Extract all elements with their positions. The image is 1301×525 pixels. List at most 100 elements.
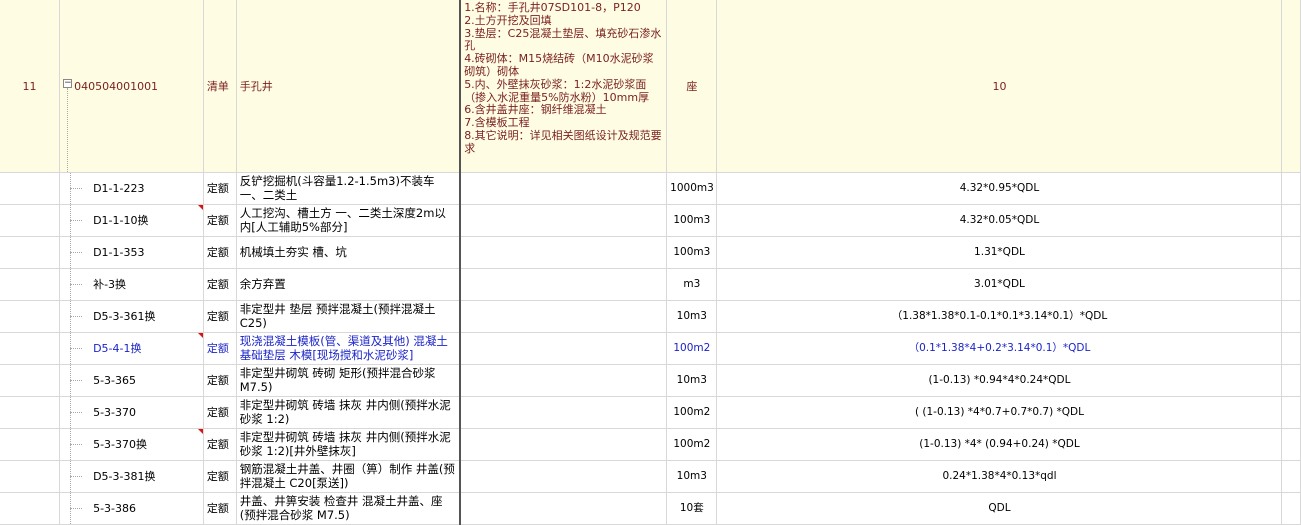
quota-code: 5-3-370换 (93, 438, 148, 451)
quota-unit[interactable]: 100m3 (666, 236, 718, 269)
quota-features[interactable] (459, 364, 668, 397)
row-index (0, 460, 61, 493)
quota-unit[interactable]: 10m3 (666, 364, 718, 397)
bill-code-cell[interactable]: − 040504001001 (59, 0, 204, 173)
quota-code-cell[interactable]: D5-3-381换 (59, 460, 204, 493)
quota-quantity[interactable]: (1-0.13) *4* (0.94+0.24) *QDL (716, 428, 1283, 461)
quota-unit[interactable]: 100m2 (666, 396, 718, 429)
quota-quantity[interactable]: （0.1*1.38*4+0.2*3.14*0.1）*QDL (716, 332, 1283, 365)
collapse-icon[interactable]: − (63, 79, 73, 88)
quota-code-cell[interactable]: D1-1-353 (59, 236, 204, 269)
quota-features[interactable] (459, 172, 668, 205)
quota-quantity[interactable]: 4.32*0.05*QDL (716, 204, 1283, 237)
quota-code: D5-3-381换 (93, 470, 156, 483)
quota-features[interactable] (459, 428, 668, 461)
feature-line: 3.垫层：C25混凝土垫层、填充砂石渗水孔 (464, 26, 662, 53)
quota-quantity[interactable]: (1-0.13) *0.94*4*0.24*QDL (716, 364, 1283, 397)
row-end (1281, 172, 1301, 205)
quota-features[interactable] (459, 332, 668, 365)
quota-type: 定额 (203, 364, 237, 397)
quota-unit[interactable]: 10m3 (666, 460, 718, 493)
quota-features[interactable] (459, 300, 668, 333)
quota-row[interactable]: D1-1-223 定额 反铲挖掘机(斗容量1.2-1.5m3)不装车 一、二类土 10… (0, 172, 1301, 205)
row-index (0, 492, 61, 525)
row-end (1281, 236, 1301, 269)
quota-row[interactable]: 补-3换 定额 余方弃置 m3 3.01*QDL (0, 268, 1301, 301)
quota-features[interactable] (459, 204, 668, 237)
feature-line: 1.名称：手孔井07SD101-8，P120 (464, 1, 641, 14)
quota-unit[interactable]: 10套 (666, 492, 718, 525)
quota-features[interactable] (459, 492, 668, 525)
quota-name[interactable]: 余方弃置 (236, 268, 461, 301)
quota-code-cell[interactable]: 补-3换 (59, 268, 204, 301)
quota-code-cell[interactable]: 5-3-365 (59, 364, 204, 397)
quota-code-cell[interactable]: 5-3-370换 (59, 428, 204, 461)
quota-quantity[interactable]: ( (1-0.13) *4*0.7+0.7*0.7) *QDL (716, 396, 1283, 429)
row-index (0, 428, 61, 461)
quota-row[interactable]: D5-3-361换 定额 非定型井 垫层 预拌混凝土(预拌混凝土 C25) 10m3 （… (0, 300, 1301, 333)
quota-code: D1-1-223 (93, 182, 145, 195)
quota-quantity[interactable]: （1.38*1.38*0.1-0.1*0.1*3.14*0.1）*QDL (716, 300, 1283, 333)
quota-code-cell[interactable]: 5-3-370 (59, 396, 204, 429)
quota-unit[interactable]: m3 (666, 268, 718, 301)
bill-quantity[interactable]: 10 (716, 0, 1283, 173)
budget-grid: 11 − 040504001001 清单 手孔井 1.名称：手孔井07SD101… (0, 0, 1301, 525)
quota-type: 定额 (203, 172, 237, 205)
quota-unit[interactable]: 100m2 (666, 332, 718, 365)
quota-code: D1-1-10换 (93, 214, 149, 227)
quota-row[interactable]: D1-1-10换 定额 人工挖沟、槽土方 一、二类土深度2m以内[人工辅助5%部分]… (0, 204, 1301, 237)
quota-name[interactable]: 机械填土夯实 槽、坑 (236, 236, 461, 269)
quota-name[interactable]: 人工挖沟、槽土方 一、二类土深度2m以内[人工辅助5%部分] (236, 204, 461, 237)
quota-name[interactable]: 非定型井 垫层 预拌混凝土(预拌混凝土 C25) (236, 300, 461, 333)
modified-marker-icon (197, 333, 203, 338)
quota-name[interactable]: 钢筋混凝土井盖、井圈（箅）制作 井盖(预拌混凝土 C20[泵送]) (236, 460, 461, 493)
quota-code-cell[interactable]: 5-3-386 (59, 492, 204, 525)
quota-code-cell[interactable]: D1-1-223 (59, 172, 204, 205)
quota-quantity[interactable]: 0.24*1.38*4*0.13*qdl (716, 460, 1283, 493)
row-end (1281, 332, 1301, 365)
quota-type: 定额 (203, 268, 237, 301)
bill-name[interactable]: 手孔井 (236, 0, 461, 173)
quota-features[interactable] (459, 460, 668, 493)
bill-row[interactable]: 11 − 040504001001 清单 手孔井 1.名称：手孔井07SD101… (0, 0, 1301, 173)
quota-name[interactable]: 现浇混凝土模板(管、渠道及其他) 混凝土基础垫层 木模[现场搅和水泥砂浆] (236, 332, 461, 365)
bill-features[interactable]: 1.名称：手孔井07SD101-8，P120 2.土方开挖及回填 3.垫层：C25混… (459, 0, 668, 173)
quota-row[interactable]: D5-4-1换 定额 现浇混凝土模板(管、渠道及其他) 混凝土基础垫层 木模[现场搅… (0, 332, 1301, 365)
quota-name[interactable]: 非定型井砌筑 砖砌 矩形(预拌混合砂浆 M7.5) (236, 364, 461, 397)
quota-unit[interactable]: 1000m3 (666, 172, 718, 205)
quota-type: 定额 (203, 300, 237, 333)
quota-quantity[interactable]: 4.32*0.95*QDL (716, 172, 1283, 205)
quota-unit[interactable]: 100m3 (666, 204, 718, 237)
quota-unit[interactable]: 10m3 (666, 300, 718, 333)
row-end (1281, 460, 1301, 493)
quota-type: 定额 (203, 460, 237, 493)
quota-name[interactable]: 非定型井砌筑 砖墙 抹灰 井内侧(预拌水泥砂浆 1:2)[井外壁抹灰] (236, 428, 461, 461)
quota-name[interactable]: 非定型井砌筑 砖墙 抹灰 井内侧(预拌水泥砂浆 1:2) (236, 396, 461, 429)
quota-features[interactable] (459, 268, 668, 301)
quota-row[interactable]: 5-3-365 定额 非定型井砌筑 砖砌 矩形(预拌混合砂浆 M7.5) 10m3 (1… (0, 364, 1301, 397)
quota-row[interactable]: D1-1-353 定额 机械填土夯实 槽、坑 100m3 1.31*QDL (0, 236, 1301, 269)
quota-quantity[interactable]: QDL (716, 492, 1283, 525)
quota-unit[interactable]: 100m2 (666, 428, 718, 461)
quota-row[interactable]: 5-3-386 定额 井盖、井箅安装 检查井 混凝土井盖、座(预拌混合砂浆 M7.5… (0, 492, 1301, 525)
quota-features[interactable] (459, 236, 668, 269)
quota-code-cell[interactable]: D1-1-10换 (59, 204, 204, 237)
quota-code-cell[interactable]: D5-4-1换 (59, 332, 204, 365)
quota-row[interactable]: D5-3-381换 定额 钢筋混凝土井盖、井圈（箅）制作 井盖(预拌混凝土 C20[… (0, 460, 1301, 493)
bill-code: 040504001001 (74, 79, 159, 93)
quota-quantity[interactable]: 1.31*QDL (716, 236, 1283, 269)
quota-row[interactable]: 5-3-370 定额 非定型井砌筑 砖墙 抹灰 井内侧(预拌水泥砂浆 1:2) 100… (0, 396, 1301, 429)
quota-code-cell[interactable]: D5-3-361换 (59, 300, 204, 333)
quota-features[interactable] (459, 396, 668, 429)
modified-marker-icon (197, 429, 203, 434)
quota-name[interactable]: 反铲挖掘机(斗容量1.2-1.5m3)不装车 一、二类土 (236, 172, 461, 205)
quota-code: 5-3-386 (93, 502, 137, 515)
row-end (1281, 364, 1301, 397)
quota-quantity[interactable]: 3.01*QDL (716, 268, 1283, 301)
row-index (0, 364, 61, 397)
row-index (0, 268, 61, 301)
row-end (1281, 428, 1301, 461)
quota-row[interactable]: 5-3-370换 定额 非定型井砌筑 砖墙 抹灰 井内侧(预拌水泥砂浆 1:2)[井… (0, 428, 1301, 461)
bill-unit[interactable]: 座 (666, 0, 718, 173)
quota-name[interactable]: 井盖、井箅安装 检查井 混凝土井盖、座(预拌混合砂浆 M7.5) (236, 492, 461, 525)
